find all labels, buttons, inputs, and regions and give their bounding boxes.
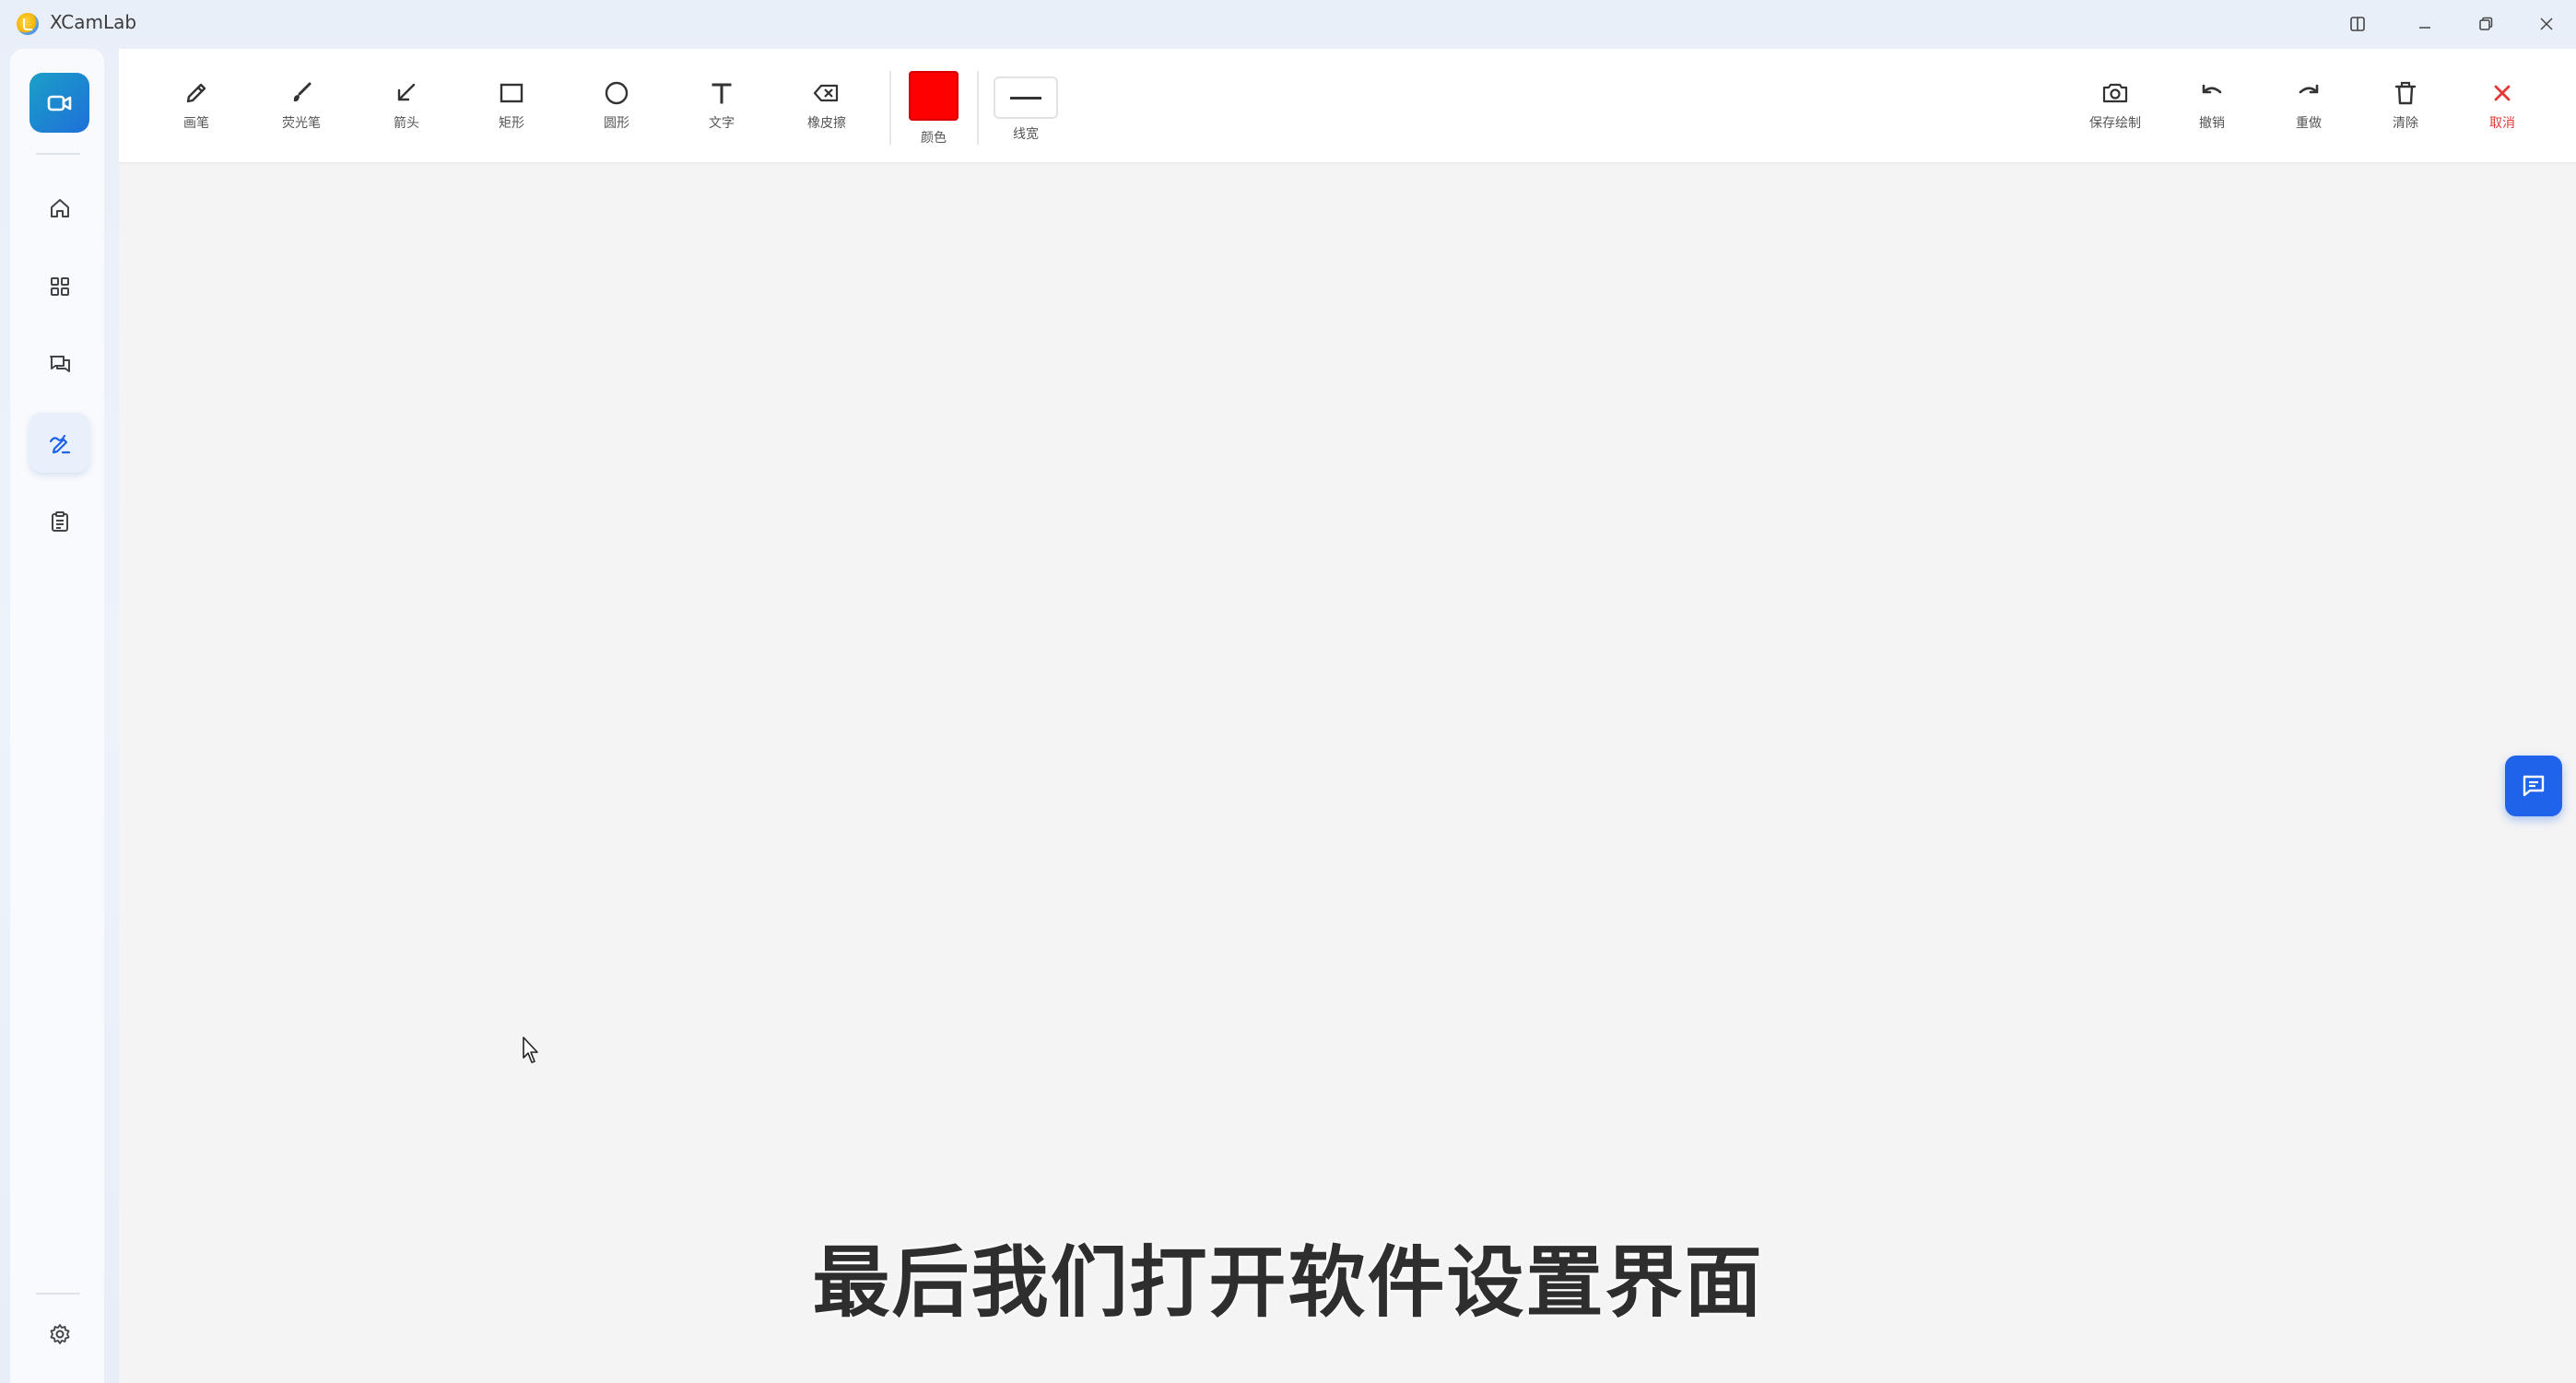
linewidth-selector[interactable] [994, 76, 1058, 119]
chat-icon [49, 355, 70, 372]
color-label: 颜色 [921, 131, 947, 146]
window-title: XCamLab [50, 11, 137, 33]
home-icon [50, 198, 69, 217]
rectangle-icon [500, 83, 523, 103]
brush-icon [293, 82, 312, 102]
linewidth-label: 线宽 [1013, 127, 1039, 142]
camera-icon [2102, 83, 2128, 103]
sidebar [10, 49, 104, 1383]
text-icon [712, 83, 732, 104]
message-icon [2523, 775, 2545, 797]
clear-button[interactable]: 清除 [2359, 76, 2452, 132]
video-subtitle: 最后我们打开软件设置界面 [812, 1237, 1764, 1328]
draw-icon [49, 434, 70, 453]
mouse-cursor-icon [523, 1037, 538, 1063]
close-icon [2494, 85, 2511, 101]
tool-rectangle[interactable]: 矩形 [465, 76, 558, 132]
sidebar-item-messages[interactable] [29, 334, 89, 394]
eraser-icon [813, 84, 839, 102]
clipboard-icon [51, 510, 68, 532]
title-bar: XCamLab [0, 0, 2576, 48]
restore-icon [2479, 17, 2493, 30]
toolbar-divider [977, 71, 979, 145]
tool-label: 矩形 [499, 116, 524, 131]
sidebar-divider [36, 153, 80, 155]
minimize-button[interactable] [2406, 7, 2443, 41]
tool-circle[interactable]: 圆形 [570, 76, 663, 132]
tool-eraser[interactable]: 橡皮擦 [781, 76, 873, 132]
drawing-toolbar: 画笔 荧光笔 箭头 矩形 圆形 文字 橡皮擦 颜色 线宽 保存绘制 撤销 重做 … [119, 49, 2576, 164]
redo-icon [2299, 84, 2319, 94]
drawing-canvas[interactable]: 画笔 荧光笔 箭头 矩形 圆形 文字 橡皮擦 颜色 线宽 保存绘制 撤销 重做 … [119, 49, 2576, 1383]
undo-button[interactable]: 撤销 [2166, 76, 2258, 132]
tool-label: 文字 [709, 116, 735, 131]
action-label: 保存绘制 [2089, 116, 2141, 131]
split-view-icon [2350, 17, 2365, 31]
tool-text[interactable]: 文字 [676, 76, 768, 132]
color-swatch[interactable] [909, 71, 959, 121]
sidebar-item-draw[interactable] [29, 413, 89, 473]
tool-label: 圆形 [604, 116, 629, 131]
grid-icon [50, 276, 69, 296]
sidebar-item-home[interactable] [29, 178, 89, 238]
cancel-button[interactable]: 取消 [2456, 76, 2548, 132]
tool-arrow[interactable]: 箭头 [360, 76, 453, 132]
split-view-button[interactable] [2339, 7, 2376, 41]
circle-icon [605, 81, 629, 105]
tool-highlighter[interactable]: 荧光笔 [255, 76, 347, 132]
tool-pencil[interactable]: 画笔 [150, 76, 242, 132]
sidebar-item-records[interactable] [29, 491, 89, 551]
linewidth-picker[interactable]: 线宽 [980, 76, 1072, 143]
sidebar-item-apps[interactable] [29, 256, 89, 316]
app-logo-icon [17, 13, 39, 35]
trash-icon [2394, 81, 2417, 105]
action-label: 清除 [2393, 116, 2418, 131]
undo-icon [2202, 84, 2222, 94]
arrow-icon [397, 83, 416, 101]
tool-label: 荧光笔 [282, 116, 321, 131]
save-drawing-button[interactable]: 保存绘制 [2069, 76, 2161, 132]
action-label: 撤销 [2199, 116, 2225, 131]
close-window-button[interactable] [2528, 7, 2565, 41]
minimize-icon [2419, 27, 2430, 29]
pencil-icon [186, 83, 206, 103]
video-camera-icon [47, 95, 71, 111]
close-window-icon [2540, 18, 2553, 30]
tool-label: 画笔 [183, 116, 209, 131]
action-label: 取消 [2489, 116, 2515, 131]
tool-label: 橡皮擦 [807, 116, 846, 131]
color-picker[interactable]: 颜色 [888, 71, 980, 147]
restore-button[interactable] [2467, 7, 2504, 41]
action-label: 重做 [2296, 116, 2322, 131]
redo-button[interactable]: 重做 [2263, 76, 2355, 132]
sidebar-logo-button[interactable] [29, 73, 89, 133]
feedback-chat-button[interactable] [2505, 756, 2562, 816]
tool-label: 箭头 [394, 116, 419, 131]
